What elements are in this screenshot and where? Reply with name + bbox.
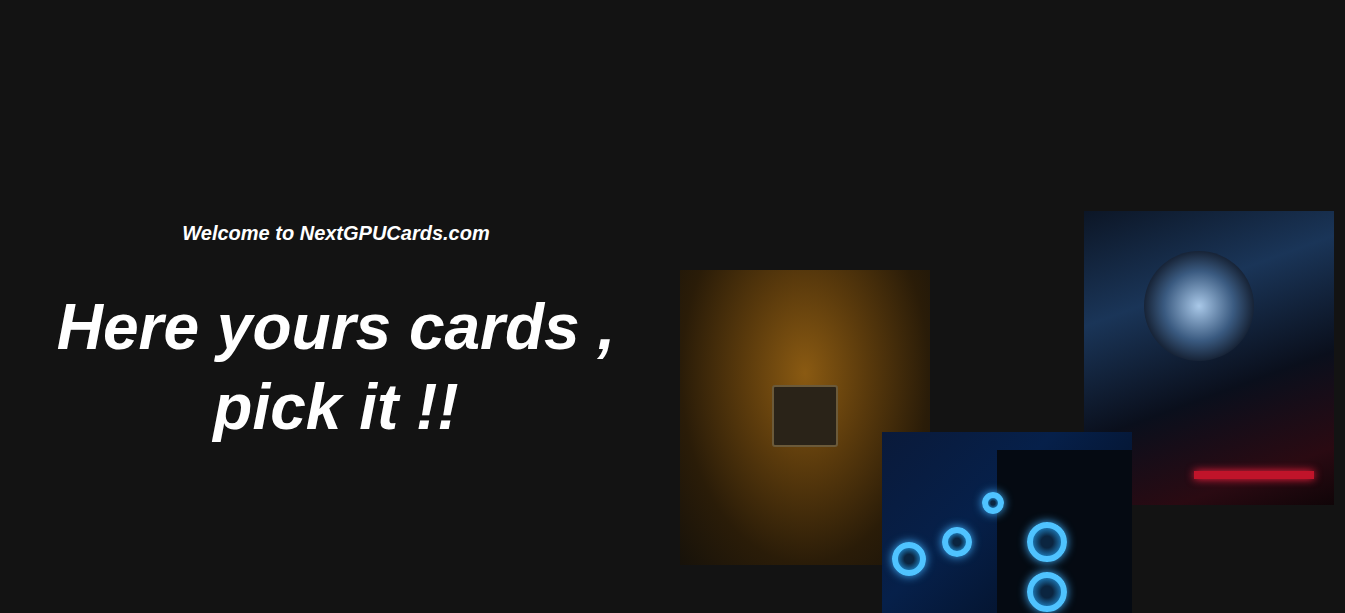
page: Welcome to NextGPUCards.com Here yours c… bbox=[0, 0, 1345, 613]
pc-case-photo bbox=[882, 432, 1132, 613]
hero-heading: Here yours cards , pick it !! bbox=[26, 287, 646, 447]
photo-collage bbox=[672, 0, 1345, 613]
fan-shape bbox=[892, 542, 926, 576]
fan-shape bbox=[942, 527, 972, 557]
cooler-shape bbox=[1144, 251, 1254, 361]
welcome-text: Welcome to NextGPUCards.com bbox=[0, 219, 672, 247]
hero-section: Welcome to NextGPUCards.com Here yours c… bbox=[0, 0, 672, 613]
fan-shape bbox=[982, 492, 1004, 514]
fan-shape bbox=[1027, 572, 1067, 612]
fan-shape bbox=[1027, 522, 1067, 562]
badge-plate bbox=[772, 385, 838, 447]
light-strip bbox=[1194, 471, 1314, 479]
